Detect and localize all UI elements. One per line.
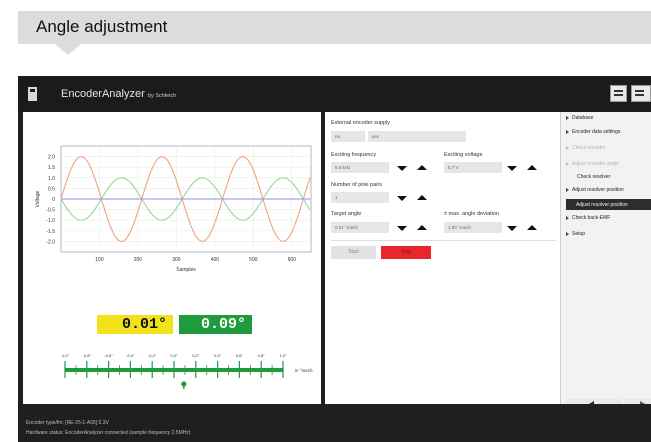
freq-unit: kHz <box>342 165 351 170</box>
scale-tick-label: 0,4° <box>214 353 222 358</box>
scale-tick-label: -0,2° <box>148 353 157 358</box>
sidebar-item-encoder-data-settings[interactable]: Encoder data settings <box>566 129 620 135</box>
target-unit: °mech <box>345 225 358 230</box>
pole-label: Number of pole pairs <box>331 182 383 188</box>
scale-tick-label: -0,8° <box>83 353 92 358</box>
supply-no-option[interactable]: no <box>331 131 365 142</box>
divider <box>331 240 556 241</box>
settings-icon[interactable] <box>610 85 627 102</box>
x-axis-label: Samples <box>176 267 196 273</box>
help-icon[interactable] <box>631 85 651 102</box>
dev-value: 1.00 <box>448 225 457 230</box>
sidebar <box>560 112 651 404</box>
target-down-button[interactable] <box>397 226 407 231</box>
y-tick-label: -0.5 <box>46 208 55 214</box>
x-tick-label: 100 <box>95 257 104 263</box>
scale-tick-label: 1,0° <box>279 353 287 358</box>
dev-up-button[interactable] <box>527 225 537 230</box>
scale-tick-label: 0,0° <box>170 353 178 358</box>
x-tick-label: 300 <box>172 257 181 263</box>
volt-input[interactable]: 5.7 V <box>444 162 502 173</box>
app-subtitle: by Schleich <box>148 93 177 99</box>
chevron-right-icon <box>566 129 569 134</box>
y-tick-label: 0.5 <box>48 186 55 192</box>
y-tick-label: 1.0 <box>48 176 55 182</box>
y-tick-label: 1.5 <box>48 165 55 171</box>
y-tick-label: 2.0 <box>48 155 55 161</box>
y-tick-label: -1.5 <box>46 229 55 235</box>
y-tick-label: -2.0 <box>46 239 55 245</box>
sidebar-item-check-back-emf[interactable]: Check back-EMF <box>566 215 610 221</box>
page-heading: Angle adjustment <box>36 17 168 36</box>
chevron-right-icon <box>566 231 569 236</box>
deviation-value: 0.09° <box>179 315 252 334</box>
target-label: Target angle <box>331 211 362 217</box>
sidebar-item-database[interactable]: Database <box>566 115 593 121</box>
sidebar-item-setup[interactable]: Setup <box>566 231 585 237</box>
supply-label: External encoder supply <box>331 120 391 126</box>
y-tick-label: -1.0 <box>46 218 55 224</box>
app-logo-icon <box>28 87 37 101</box>
status-bar <box>18 404 651 442</box>
chevron-right-icon <box>566 115 569 120</box>
target-value: 0.01 <box>335 225 344 230</box>
y-tick-label: 0 <box>52 197 55 203</box>
x-tick-label: 600 <box>288 257 297 263</box>
freq-down-button[interactable] <box>397 166 407 171</box>
status-hardware: Hardware status: EncoderAnalyzer connect… <box>26 430 191 436</box>
pole-up-button[interactable] <box>417 195 427 200</box>
chevron-right-icon <box>566 145 569 150</box>
sidebar-item-check-resolver[interactable]: Check resolver <box>577 174 610 180</box>
sidebar-selected-label: Adjust resolver position <box>576 202 628 208</box>
chevron-right-icon <box>566 161 569 166</box>
volt-up-button[interactable] <box>527 165 537 170</box>
scale-tick-label: -0,6° <box>104 353 113 358</box>
dev-down-button[interactable] <box>507 226 517 231</box>
start-button[interactable]: Start <box>331 246 376 259</box>
heading-pointer <box>55 44 81 55</box>
x-tick-label: 500 <box>249 257 258 263</box>
pole-input[interactable]: 1 <box>331 192 389 203</box>
angle-value: 0.01° <box>97 315 173 334</box>
target-up-button[interactable] <box>417 225 427 230</box>
app-title: EncoderAnalyzer <box>61 88 145 100</box>
y-axis-label: Voltage <box>35 190 41 207</box>
dev-unit: °mech <box>458 225 471 230</box>
x-tick-label: 200 <box>134 257 143 263</box>
stop-button[interactable]: Stop <box>381 246 431 259</box>
freq-input[interactable]: 5.0 kHz <box>331 162 389 173</box>
scale-tick-label: 0,8° <box>258 353 266 358</box>
scale-tick-label: -1,0° <box>61 353 70 358</box>
pole-down-button[interactable] <box>397 196 407 201</box>
volt-label: Exciting voltage <box>444 152 483 158</box>
sidebar-item-adjust-resolver-position[interactable]: Adjust resolver position <box>566 187 624 193</box>
chevron-right-icon <box>566 187 569 192</box>
target-input[interactable]: 0.01 °mech <box>331 222 389 233</box>
freq-up-button[interactable] <box>417 165 427 170</box>
supply-yes-option[interactable]: yes <box>368 131 466 142</box>
sidebar-item-adjust-encoder-angle[interactable]: Adjust encoder angle <box>566 161 619 167</box>
dev-input[interactable]: 1.00 °mech <box>444 222 502 233</box>
scale-tick-label: 0,6° <box>236 353 244 358</box>
dev-label: ± max. angle deviation <box>444 211 499 217</box>
volt-down-button[interactable] <box>507 166 517 171</box>
scale-tick-label: -0,4° <box>126 353 135 358</box>
sidebar-item-check-encoder[interactable]: Check encoder <box>566 145 606 151</box>
freq-value: 5.0 <box>335 165 342 170</box>
freq-label: Exciting frequency <box>331 152 376 158</box>
x-tick-label: 400 <box>211 257 220 263</box>
angle-scale: -1,0° -0,8° -0,6° -0,4° -0,2° 0,0° 0,2° 0,4° 0,6… <box>61 353 313 389</box>
status-encoder-type: Encoder type/fm: [RE-25-1-A05] 5.3V <box>26 420 109 426</box>
scale-unit: in °mech <box>295 368 313 373</box>
scale-tick-label: 0,2° <box>192 353 200 358</box>
chevron-right-icon <box>566 215 569 220</box>
